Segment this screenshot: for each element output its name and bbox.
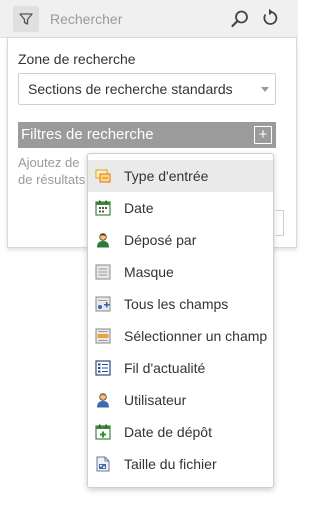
zone-select-value: Sections de recherche standards bbox=[28, 81, 233, 97]
menu-item-file-size[interactable]: Taille du fichier bbox=[88, 448, 273, 480]
menu-item-news-feed[interactable]: Fil d'actualité bbox=[88, 352, 273, 384]
entry-type-icon bbox=[95, 169, 111, 183]
menu-item-deposit-date[interactable]: Date de dépôt bbox=[88, 416, 273, 448]
user-icon bbox=[97, 233, 109, 248]
menu-item-label: Date de dépôt bbox=[124, 424, 212, 440]
zone-label: Zone de recherche bbox=[18, 51, 136, 67]
menu-item-label: Sélectionner un champ bbox=[124, 328, 268, 344]
menu-item-select-field[interactable]: Sélectionner un champ bbox=[88, 320, 273, 352]
user-icon bbox=[97, 393, 109, 408]
zone-select[interactable]: Sections de recherche standards bbox=[18, 73, 276, 105]
panel-button-edge bbox=[276, 210, 284, 236]
menu-item-mask[interactable]: Masque bbox=[88, 256, 273, 288]
menu-item-label: Utilisateur bbox=[124, 392, 187, 408]
menu-item-label: Type d'entrée bbox=[124, 168, 209, 184]
menu-item-label: Date bbox=[124, 200, 154, 216]
menu-item-label: Déposé par bbox=[124, 232, 197, 248]
calendar-icon bbox=[95, 200, 111, 216]
filters-hint-line2: de résultats bbox=[18, 172, 86, 187]
filters-hint: Ajoutez de de résultats bbox=[18, 154, 98, 188]
menu-item-label: Tous les champs bbox=[124, 296, 229, 312]
calendar-add-icon bbox=[95, 424, 111, 440]
menu-item-label: Taille du fichier bbox=[124, 456, 217, 472]
search-input[interactable] bbox=[42, 6, 290, 32]
menu-item-date[interactable]: Date bbox=[88, 192, 273, 224]
filter-icon bbox=[19, 13, 33, 25]
menu-item-all-fields[interactable]: Tous les champs bbox=[88, 288, 273, 320]
all-fields-icon bbox=[95, 296, 111, 312]
menu-item-label: Fil d'actualité bbox=[124, 360, 206, 376]
filters-header: Filtres de recherche + bbox=[18, 122, 276, 148]
chevron-down-icon bbox=[261, 87, 269, 92]
filter-type-menu: Type d'entrée Date Déposé par Masque Tou… bbox=[87, 153, 274, 488]
reset-icon[interactable] bbox=[260, 8, 280, 28]
menu-item-entry-type[interactable]: Type d'entrée bbox=[88, 160, 273, 192]
add-filter-button[interactable]: + bbox=[254, 126, 272, 144]
search-icon[interactable] bbox=[230, 9, 250, 29]
menu-item-user[interactable]: Utilisateur bbox=[88, 384, 273, 416]
filters-hint-line1: Ajoutez de bbox=[18, 155, 80, 170]
select-field-icon bbox=[95, 328, 111, 344]
file-size-icon bbox=[96, 456, 110, 472]
menu-item-deposited-by[interactable]: Déposé par bbox=[88, 224, 273, 256]
mask-icon bbox=[95, 264, 111, 280]
menu-item-label: Masque bbox=[124, 264, 174, 280]
search-bar bbox=[0, 0, 298, 38]
filters-title: Filtres de recherche bbox=[21, 126, 154, 143]
filter-button[interactable] bbox=[13, 6, 39, 32]
news-feed-icon bbox=[95, 360, 111, 376]
